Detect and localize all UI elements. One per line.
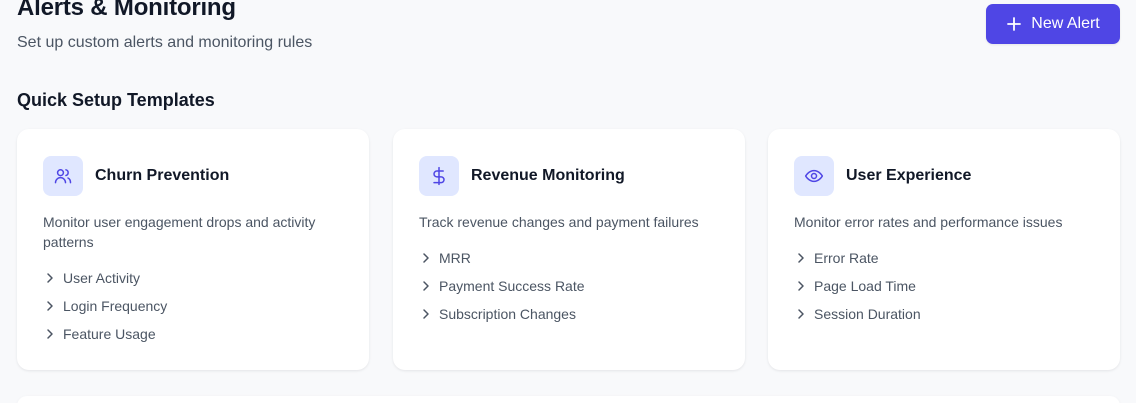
users-icon xyxy=(43,156,83,196)
metric-item: User Activity xyxy=(43,264,167,292)
metric-label: User Activity xyxy=(63,270,141,286)
chevron-right-icon xyxy=(43,327,57,341)
chevron-right-icon xyxy=(419,251,433,265)
metric-label: Login Frequency xyxy=(63,298,168,314)
metric-item: MRR xyxy=(419,244,585,272)
plus-icon xyxy=(1006,16,1022,32)
template-card-churn-prevention[interactable]: Churn Prevention Monitor user engagement… xyxy=(17,129,369,370)
template-card-revenue-monitoring[interactable]: Revenue Monitoring Track revenue changes… xyxy=(393,129,745,370)
chevron-right-icon xyxy=(794,279,808,293)
chevron-right-icon xyxy=(794,251,808,265)
card-description: Monitor user engagement drops and activi… xyxy=(43,214,316,250)
metric-list: User Activity Login Frequency Feature Us… xyxy=(43,264,167,348)
card-description: Track revenue changes and payment failur… xyxy=(419,214,699,230)
metric-label: Error Rate xyxy=(814,250,879,266)
chevron-right-icon xyxy=(43,299,57,313)
metric-item: Page Load Time xyxy=(794,272,921,300)
metric-label: Subscription Changes xyxy=(439,306,576,322)
metric-item: Session Duration xyxy=(794,300,921,328)
metric-item: Subscription Changes xyxy=(419,300,585,328)
new-alert-label: New Alert xyxy=(1031,15,1100,32)
metric-label: Session Duration xyxy=(814,306,921,322)
card-title: User Experience xyxy=(846,167,972,184)
next-section-card xyxy=(17,396,1120,403)
card-description: Monitor error rates and performance issu… xyxy=(794,214,1063,230)
chevron-right-icon xyxy=(419,279,433,293)
metric-list: Error Rate Page Load Time Session Durati… xyxy=(794,244,921,328)
card-title: Churn Prevention xyxy=(95,167,230,184)
new-alert-button[interactable]: New Alert xyxy=(986,4,1120,44)
metric-label: MRR xyxy=(439,250,471,266)
metric-label: Payment Success Rate xyxy=(439,278,585,294)
metric-label: Page Load Time xyxy=(814,278,916,294)
metric-item: Payment Success Rate xyxy=(419,272,585,300)
page-title: Alerts & Monitoring xyxy=(17,0,236,21)
chevron-right-icon xyxy=(43,271,57,285)
metric-list: MRR Payment Success Rate Subscription Ch… xyxy=(419,244,585,328)
card-title: Revenue Monitoring xyxy=(471,167,625,184)
section-title: Quick Setup Templates xyxy=(17,90,215,110)
metric-item: Login Frequency xyxy=(43,292,167,320)
metric-item: Error Rate xyxy=(794,244,921,272)
eye-icon xyxy=(794,156,834,196)
metric-item: Feature Usage xyxy=(43,320,167,348)
chevron-right-icon xyxy=(419,307,433,321)
dollar-icon xyxy=(419,156,459,196)
chevron-right-icon xyxy=(794,307,808,321)
page-subtitle: Set up custom alerts and monitoring rule… xyxy=(17,34,313,51)
metric-label: Feature Usage xyxy=(63,326,156,342)
template-card-user-experience[interactable]: User Experience Monitor error rates and … xyxy=(768,129,1120,370)
